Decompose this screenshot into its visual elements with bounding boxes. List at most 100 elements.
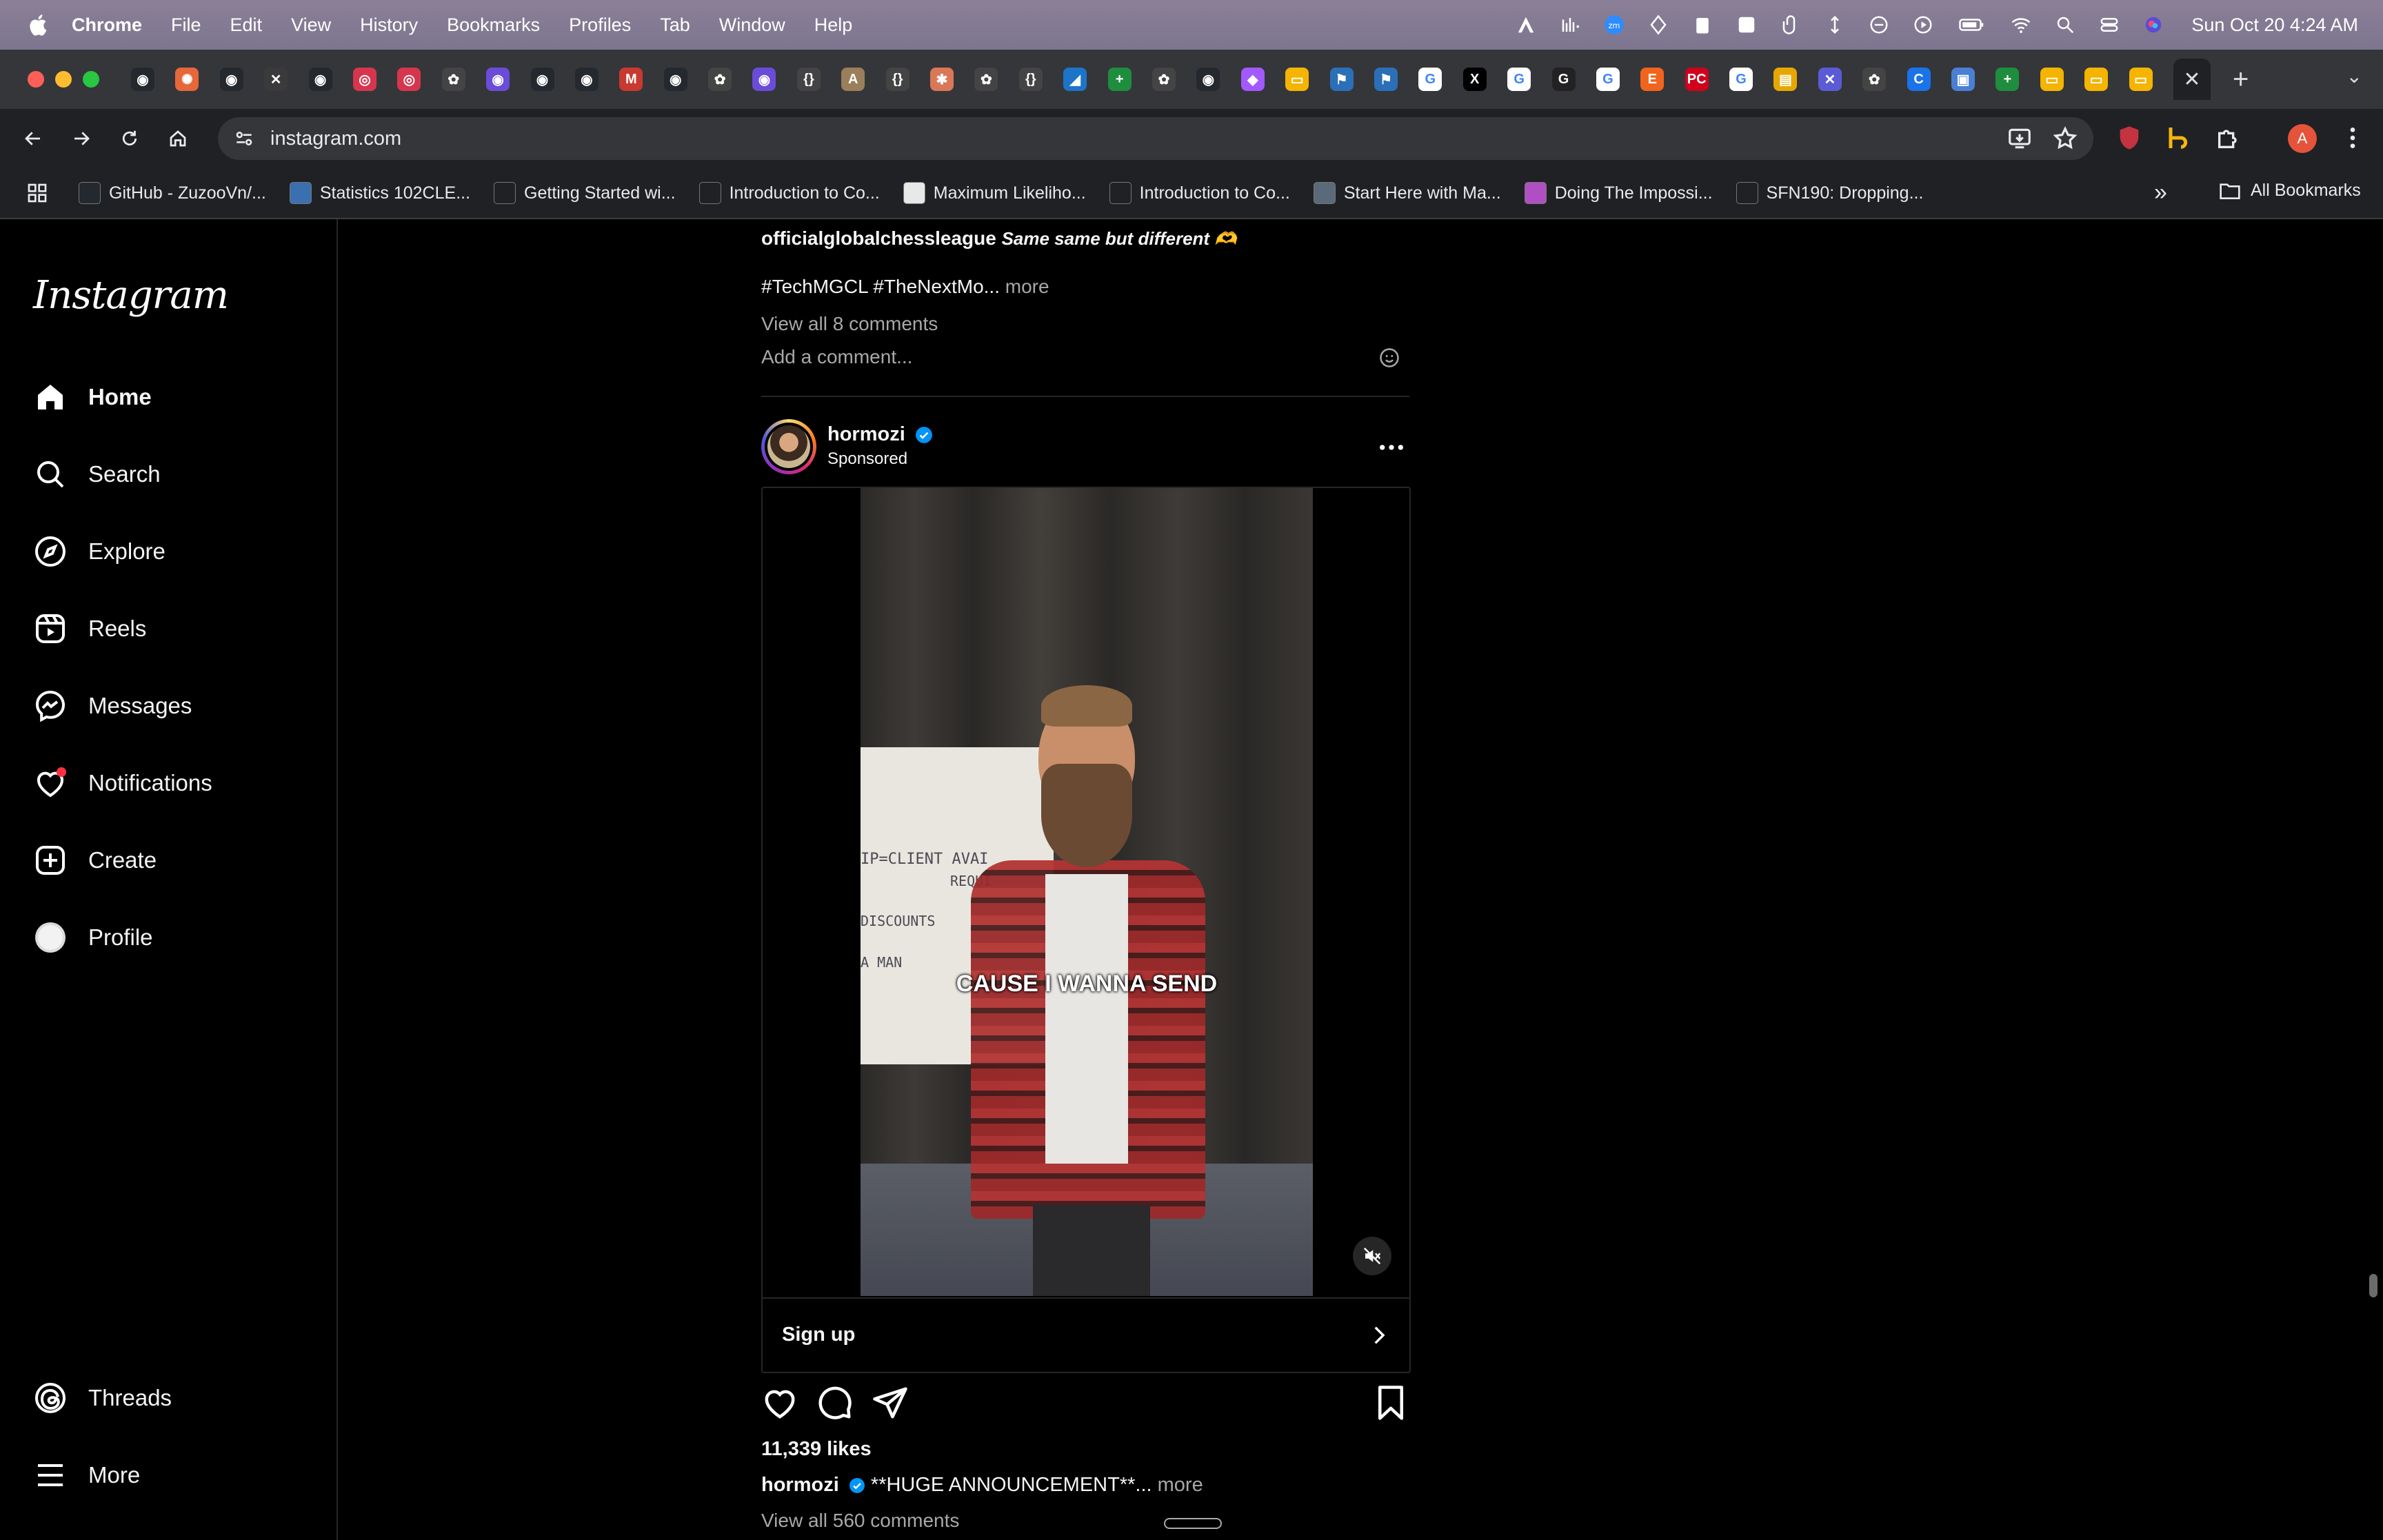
bookmark-item[interactable]: Introduction to Co... (1109, 182, 1290, 204)
slides-icon[interactable]: ▭ (2084, 68, 2109, 91)
bookmark-item[interactable]: Getting Started wi... (494, 182, 676, 204)
x-icon[interactable]: ✕ (264, 68, 288, 91)
nav-more[interactable]: More (33, 1455, 140, 1496)
circle-slash-icon[interactable] (1869, 14, 1889, 35)
caption-username[interactable]: hormozi (761, 1474, 839, 1496)
chatgpt-icon[interactable]: ✿ (441, 68, 465, 91)
window-close-button[interactable] (28, 71, 44, 88)
bookmarks-overflow-button[interactable]: » (2154, 179, 2167, 206)
home-button[interactable] (163, 123, 193, 154)
chatgpt-icon[interactable]: ✿ (974, 68, 998, 91)
spiral-icon[interactable]: ◎ (397, 68, 421, 91)
google-icon[interactable]: G (1596, 68, 1620, 91)
sign-up-button[interactable]: Sign up (782, 1324, 855, 1346)
slides-icon[interactable]: ▭ (1285, 68, 1309, 91)
bookmark-item[interactable]: Doing The Impossi... (1524, 182, 1713, 204)
github-icon[interactable]: ◉ (574, 68, 599, 91)
tool-icon[interactable]: ⚑ (1374, 68, 1398, 91)
add-comment-input[interactable]: Add a comment... (761, 346, 912, 368)
menu-tab[interactable]: Tab (660, 14, 690, 36)
save-bookmark-icon[interactable] (1372, 1384, 1409, 1421)
x-icon[interactable]: X (1462, 68, 1487, 91)
wifi-icon[interactable] (2011, 14, 2031, 35)
gmail-icon[interactable]: M (619, 68, 643, 91)
bookmark-item[interactable]: Maximum Likeliho... (903, 182, 1086, 204)
claude-icon[interactable]: ✱ (930, 68, 954, 91)
classroom-icon[interactable]: ▤ (1773, 68, 1798, 91)
instagram-logo[interactable]: Instagram (33, 273, 229, 318)
battery-icon[interactable] (1957, 14, 1987, 35)
anthropic-icon[interactable]: A (841, 68, 865, 91)
figma-icon[interactable]: ◆ (1240, 68, 1265, 91)
menu-window[interactable]: Window (719, 14, 785, 36)
install-app-icon[interactable] (2007, 125, 2033, 152)
apple-menu-icon[interactable] (28, 13, 51, 37)
edge-icon[interactable]: C (1907, 68, 1931, 91)
puzzle-icon[interactable]: ✕ (1818, 68, 1842, 91)
menu-view[interactable]: View (291, 14, 331, 36)
url-text[interactable]: instagram.com (270, 128, 401, 150)
profile-avatar-button[interactable]: A (2288, 124, 2317, 153)
menu-edit[interactable]: Edit (230, 14, 263, 36)
spotlight-search-icon[interactable] (2055, 14, 2075, 35)
chatgpt-icon[interactable]: ✿ (708, 68, 732, 91)
menu-profiles[interactable]: Profiles (569, 14, 631, 36)
vector-app-icon[interactable] (1516, 14, 1536, 35)
emoji-picker-icon[interactable] (1379, 347, 1400, 368)
nav-reels[interactable]: Reels (33, 608, 146, 649)
etsy-icon[interactable]: E (1640, 68, 1665, 91)
tab-search-button[interactable]: ⌄ (2346, 65, 2362, 88)
nav-threads[interactable]: Threads (33, 1377, 172, 1419)
apps-grid-icon[interactable] (26, 182, 48, 204)
github-icon[interactable]: ◉ (131, 68, 154, 91)
all-bookmarks-button[interactable]: All Bookmarks (2219, 181, 2361, 201)
window-minimize-button[interactable] (55, 71, 72, 88)
active-tab-close-button[interactable]: ✕ (2173, 59, 2211, 100)
page-scrollbar[interactable] (2369, 1274, 2377, 1297)
prev-post-username[interactable]: officialglobalchessleague (761, 227, 996, 249)
ublock-shield-icon[interactable] (2115, 124, 2143, 152)
caption-more-link[interactable]: more (1158, 1474, 1203, 1496)
honey-extension-icon[interactable] (2164, 124, 2191, 152)
github-icon[interactable]: ◉ (663, 68, 687, 91)
forward-button[interactable] (66, 123, 97, 154)
slides-icon[interactable]: ▭ (2129, 68, 2153, 91)
audio-levels-icon[interactable] (1560, 14, 1580, 35)
sheets-icon[interactable]: + (1107, 68, 1132, 91)
openai-icon[interactable]: ✺ (175, 68, 199, 91)
siri-icon[interactable] (2143, 14, 2164, 35)
like-heart-icon[interactable] (761, 1384, 798, 1421)
view-all-comments-link[interactable]: View all 560 comments (761, 1510, 959, 1532)
chrome-menu-icon[interactable] (2339, 124, 2366, 152)
zoom-icon[interactable]: zm (1604, 14, 1625, 35)
back-button[interactable] (18, 123, 48, 154)
prev-post-view-comments[interactable]: View all 8 comments (761, 313, 938, 335)
github-icon[interactable]: ◉ (1196, 68, 1220, 91)
nav-profile[interactable]: Profile (33, 917, 153, 958)
extensions-puzzle-icon[interactable] (2215, 124, 2242, 152)
nav-create[interactable]: Create (33, 840, 157, 881)
bookmark-star-icon[interactable] (2052, 125, 2078, 152)
menu-file[interactable]: File (171, 14, 201, 36)
cta-bar[interactable]: Sign up (763, 1297, 1409, 1373)
code-icon[interactable]: {} (796, 68, 821, 91)
code-icon[interactable]: {} (1018, 68, 1043, 91)
purple-icon[interactable]: ◉ (486, 68, 510, 91)
play-circle-icon[interactable] (1913, 14, 1933, 35)
bookmark-item[interactable]: Start Here with Ma... (1313, 182, 1501, 204)
share-paper-plane-icon[interactable] (872, 1384, 909, 1421)
paperclip-icon[interactable] (1780, 14, 1801, 35)
post-username-text[interactable]: hormozi (827, 423, 905, 445)
g-icon[interactable]: G (1551, 68, 1576, 91)
window-zoom-button[interactable] (83, 71, 99, 88)
comment-bubble-icon[interactable] (816, 1384, 854, 1421)
code-icon[interactable]: {} (885, 68, 909, 91)
bookmark-item[interactable]: GitHub - ZuzooVn/... (79, 182, 266, 204)
sponsored-label[interactable]: Sponsored (827, 449, 907, 469)
prev-post-more-link[interactable]: more (1005, 276, 1049, 297)
mute-toggle-button[interactable] (1353, 1237, 1391, 1275)
pc-icon[interactable]: PC (1685, 68, 1709, 91)
menu-bar-clock[interactable]: Sun Oct 20 4:24 AM (2191, 14, 2358, 36)
menu-app-chrome[interactable]: Chrome (72, 14, 142, 36)
new-tab-button[interactable]: + (2233, 64, 2249, 95)
